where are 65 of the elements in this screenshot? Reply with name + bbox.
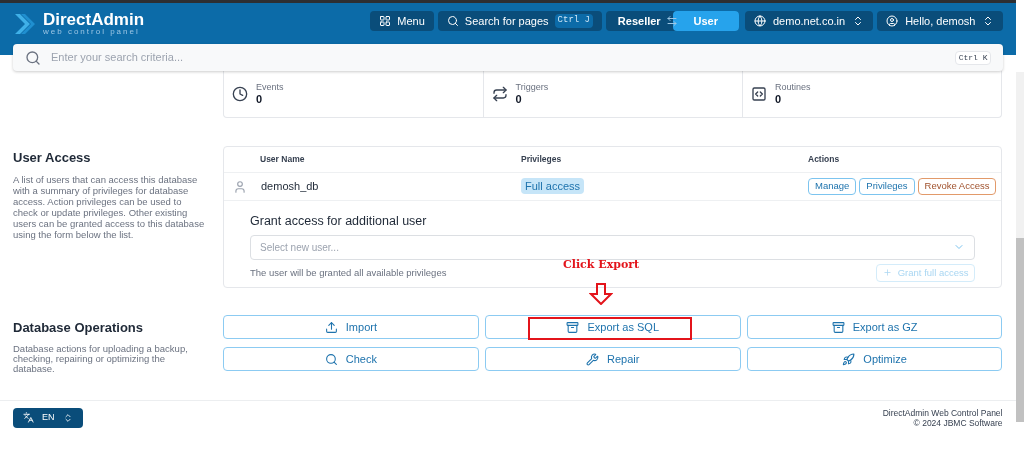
switch-icon: [666, 15, 678, 27]
grant-hint: The user will be granted all available privileges: [250, 265, 447, 280]
swap-arrows-icon: [491, 86, 508, 102]
scrollbar[interactable]: [1016, 72, 1024, 422]
down-arrow-icon: [589, 282, 614, 305]
action-button[interactable]: Privileges: [859, 178, 915, 195]
role-tab[interactable]: Reseller: [606, 11, 673, 31]
plus-icon: [882, 268, 892, 278]
stat-value: 0: [775, 92, 783, 107]
code-icon: [751, 86, 767, 102]
archive-icon: [831, 320, 845, 334]
updown-icon: [62, 412, 73, 423]
domain-select[interactable]: demo.net.co.in: [745, 11, 874, 31]
section-description: Database actions for uploading a backup, checking, repairing or optimizing the database.: [13, 343, 189, 374]
section-title: User Access: [13, 149, 92, 167]
column-header: Actions: [808, 153, 840, 166]
menu-icon: [379, 15, 392, 27]
stat-label: Triggers: [515, 81, 549, 93]
user-name: demosh_db: [261, 179, 319, 195]
archive-icon: [566, 320, 580, 334]
grant-title: Grant access for additional user: [250, 213, 428, 230]
footer-text: © 2024 JBMC Software: [913, 417, 1003, 428]
menu-button[interactable]: Menu: [370, 11, 434, 31]
page-search-button[interactable]: Search for pages Ctrl J: [437, 11, 602, 31]
wrench-icon: [586, 352, 600, 366]
stat-value: 0: [515, 92, 523, 107]
language-icon: [23, 412, 34, 423]
operation-button[interactable]: Import: [223, 315, 479, 339]
column-header: Privileges: [521, 153, 563, 166]
logo-tagline: web control panel: [43, 28, 141, 36]
user-icon: [233, 179, 247, 194]
action-button[interactable]: Manage: [808, 178, 857, 195]
operation-button[interactable]: Export as SQL: [484, 315, 741, 339]
user-menu[interactable]: Hello, demosh: [877, 11, 1004, 31]
stat-label: Routines: [775, 81, 811, 93]
operation-button[interactable]: Repair: [484, 347, 741, 372]
logo-name: DirectAdmin: [43, 11, 145, 28]
logo-icon: [13, 11, 35, 36]
action-button[interactable]: Revoke Access: [917, 178, 997, 195]
stat-label: Events: [256, 81, 284, 93]
footer-text: DirectAdmin Web Control Panel: [882, 407, 1003, 418]
language-select[interactable]: EN: [13, 407, 83, 428]
search-icon: [446, 15, 459, 27]
search-field[interactable]: Enter your search criteria... Ctrl K: [13, 44, 1004, 71]
search-icon: [324, 352, 338, 366]
shortcut-key: Ctrl J: [554, 14, 593, 28]
search-input[interactable]: Enter your search criteria...: [51, 49, 945, 66]
clock-icon: [232, 86, 248, 102]
section-description: A list of users that can access this database with a summary of privileges for database access. Action privileges can be used to check or update privileges. Other existing users can be granted access to this database using the form below the list.: [13, 173, 205, 240]
annotation-text: Click Export: [563, 257, 640, 273]
rocket-icon: [842, 352, 856, 366]
operation-button[interactable]: Check: [223, 347, 479, 372]
upload-icon: [324, 320, 338, 334]
select-placeholder: Select new user...: [260, 240, 339, 255]
column-header: User Name: [259, 153, 306, 166]
section-title: Database Operations: [13, 319, 145, 337]
stat-value: 0: [256, 92, 264, 107]
shortcut-key: Ctrl K: [954, 50, 992, 65]
privileges-tag: Full access: [521, 178, 585, 195]
operation-button[interactable]: Optimize: [746, 347, 1003, 372]
search-icon: [25, 49, 41, 66]
user-icon: [886, 15, 899, 27]
globe-icon: [754, 15, 766, 27]
operation-button[interactable]: Export as GZ: [746, 315, 1003, 339]
role-tab[interactable]: User: [672, 11, 739, 31]
